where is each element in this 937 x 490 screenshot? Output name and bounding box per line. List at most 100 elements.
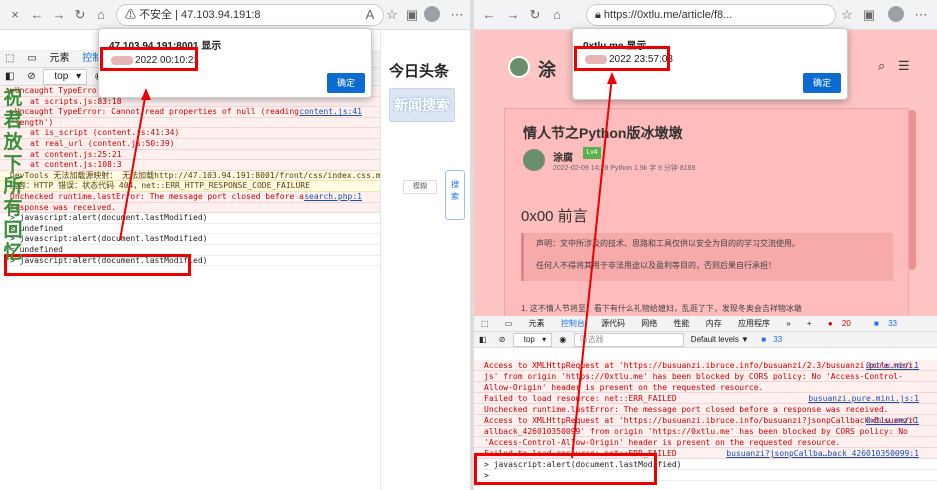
console-command-row: > javascript:alert(document.lastModified… (474, 459, 937, 470)
issues-badge[interactable]: ■ 33 (756, 332, 792, 348)
search-icon[interactable]: ⌕ (878, 58, 885, 74)
favorite-icon[interactable]: ☆ (840, 8, 854, 22)
fuzzy-search-option[interactable]: 模糊 (403, 180, 437, 194)
levels-select[interactable]: Default levels ▼ (686, 332, 754, 348)
clear-console-icon[interactable]: ⊘ (22, 68, 40, 86)
eye-icon[interactable]: ◉ (554, 332, 571, 348)
console-error-row: Unchecked runtime.lastError: The message… (474, 404, 937, 415)
add-tab-icon[interactable]: + (800, 316, 819, 332)
page-content-area: 今日头条 新闻搜索 模糊 搜索 (380, 30, 470, 490)
news-search-button[interactable]: 新闻搜索 (389, 88, 455, 122)
profile-avatar[interactable] (424, 6, 440, 22)
console-row-text: > javascript:alert(document.lastModified… (10, 234, 208, 244)
tab-application[interactable]: 应用程序 (731, 316, 777, 332)
article-title[interactable]: 情人节之Python版冰墩墩 (523, 123, 682, 143)
error-count: 20 (841, 319, 851, 328)
console-row-text: 'Access-Control-Allow-Origin' header is … (484, 438, 841, 447)
section-heading: 0x00 前言 (521, 208, 588, 225)
console-error-row: 'length') (0, 117, 380, 129)
sidebar-toggle-icon[interactable]: ◧ (0, 68, 19, 86)
side-search-button[interactable]: 搜索 (445, 170, 465, 220)
warn-count: 33 (888, 319, 897, 328)
back-icon[interactable]: ← (30, 8, 44, 22)
vchar: 下 (3, 154, 23, 175)
console-command-row: < undefined (0, 224, 380, 235)
console-source-link[interactable]: content.js:41 (299, 107, 362, 117)
console-error-row: allback_426010350099' from origin 'https… (474, 426, 937, 437)
console-row-text: Failed to load resource: net::ERR_FAILED (484, 394, 677, 403)
forward-icon[interactable]: → (506, 8, 520, 22)
clear-console-icon[interactable]: ⊘ (494, 332, 511, 348)
sidebar-toggle-icon[interactable]: ◧ (474, 332, 492, 348)
site-logo[interactable] (508, 56, 530, 78)
console-warning-row: DevTools 无法加载源映射： 无法加载http://47.103.94.1… (0, 170, 380, 182)
more-menu-icon[interactable]: ⋯ (450, 8, 464, 22)
home-icon[interactable]: ⌂ (94, 8, 108, 22)
address-bar[interactable]: 🔒︎ https://0xtlu.me/article/f8... (586, 4, 836, 26)
context-value: top (54, 71, 69, 82)
alert-ok-button[interactable]: 确定 (327, 73, 365, 93)
lock-icon: 🔒︎ (595, 9, 604, 21)
reload-icon[interactable]: ↻ (73, 8, 87, 22)
console-source-link[interactable]: 0xtlu.me/:1 (866, 360, 919, 370)
tab-network[interactable]: 网络 (634, 316, 664, 332)
console-error-row: response was received. (0, 202, 380, 214)
console-row-text: Failed to load resource: net::ERR_FAILED (484, 449, 677, 458)
right-browser-toolbar: ← → ↻ ⌂ 🔒︎ https://0xtlu.me/article/f8..… (474, 0, 937, 30)
console-row-text: at real_url (content.js:50:39) (30, 139, 175, 148)
author-name[interactable]: 涂腐 (553, 149, 573, 164)
reload-icon[interactable]: ↻ (528, 8, 542, 22)
forward-icon[interactable]: → (52, 8, 66, 22)
vchar: 有 (3, 198, 23, 219)
favorite-icon[interactable]: ☆ (385, 8, 399, 22)
filter-input[interactable]: 筛选器 (573, 333, 684, 347)
console-row-text: at is_script (content.js:41:34) (30, 128, 180, 138)
context-select[interactable]: top ▾ (512, 333, 553, 347)
console-source-link[interactable]: busuanzi.pure.mini.js:1 (808, 393, 919, 403)
profile-avatar[interactable] (888, 6, 904, 22)
console-row-text: Access to XMLHttpRequest at 'https://bus… (484, 416, 918, 425)
console-row-text: js' from origin 'https://0xtlu.me' has b… (484, 372, 904, 381)
console-error-row: at real_url (content.js:50:39) (0, 139, 380, 150)
back-icon[interactable]: ← (482, 8, 496, 22)
console-source-link[interactable]: 0xtlu.me/:1 (866, 415, 919, 425)
console-error-row: at content.js:108:3 (0, 160, 380, 171)
left-console-log: ▶Uncaught TypeError: at scripts.js:83:18 ▶… (0, 86, 380, 286)
page-scrollbar[interactable] (908, 110, 916, 270)
tab-elements[interactable]: 元素 (44, 50, 74, 68)
context-select[interactable]: top ▾ (43, 69, 88, 85)
console-error-row: Unchecked runtime.lastError: The message… (0, 192, 380, 203)
inspect-icon[interactable]: ⬚ (0, 50, 19, 68)
side-search-char-2: 索 (451, 192, 459, 201)
alert-ok-button[interactable]: 确定 (803, 73, 841, 93)
read-aloud-icon[interactable]: A (363, 8, 377, 22)
tab-close-icon[interactable]: × (8, 8, 22, 22)
tab-sources[interactable]: 源代码 (594, 316, 632, 332)
tab-memory[interactable]: 内存 (699, 316, 729, 332)
console-error-row: js' from origin 'https://0xtlu.me' has b… (474, 371, 937, 382)
home-icon[interactable]: ⌂ (550, 8, 564, 22)
collections-icon[interactable]: ▣ (862, 8, 876, 22)
site-name[interactable]: 涂 (538, 56, 556, 82)
console-error-row: Failed to load resource: net::ERR_FAILED… (474, 393, 937, 404)
device-icon[interactable]: ▭ (22, 50, 41, 68)
issues-count: 33 (773, 335, 783, 344)
collections-icon[interactable]: ▣ (405, 8, 419, 22)
device-icon[interactable]: ▭ (498, 316, 520, 332)
more-menu-icon[interactable]: ⋯ (914, 8, 928, 22)
warn-count-badge[interactable]: ■ 33 (867, 316, 911, 332)
console-source-link[interactable]: search.php:1 (304, 192, 362, 202)
console-source-link[interactable]: busuanzi?jsonpCallba…back_426010350099:1 (726, 448, 919, 458)
lock-warning-icon: ⚠ (125, 9, 140, 21)
article-list-item: 1. 这不情人节将至，看下有什么礼物给媳妇，乱逛了下，发现冬奥会吉祥物冰墩 (521, 304, 802, 313)
console-row-text: Access to XMLHttpRequest at 'https://bus… (484, 361, 918, 370)
more-tabs-icon[interactable]: » (779, 316, 797, 332)
error-count-badge[interactable]: ● 20 (821, 316, 865, 332)
console-command-row: < undefined (0, 245, 380, 256)
console-error-row: at is_script (content.js:41:34) (0, 128, 380, 139)
tab-performance[interactable]: 性能 (667, 316, 697, 332)
address-bar[interactable]: ⚠ 不安全 | 47.103.94.191:8 (116, 4, 384, 26)
menu-icon[interactable]: ☰ (898, 58, 910, 74)
tab-elements[interactable]: 元素 (522, 316, 552, 332)
inspect-icon[interactable]: ⬚ (474, 316, 496, 332)
